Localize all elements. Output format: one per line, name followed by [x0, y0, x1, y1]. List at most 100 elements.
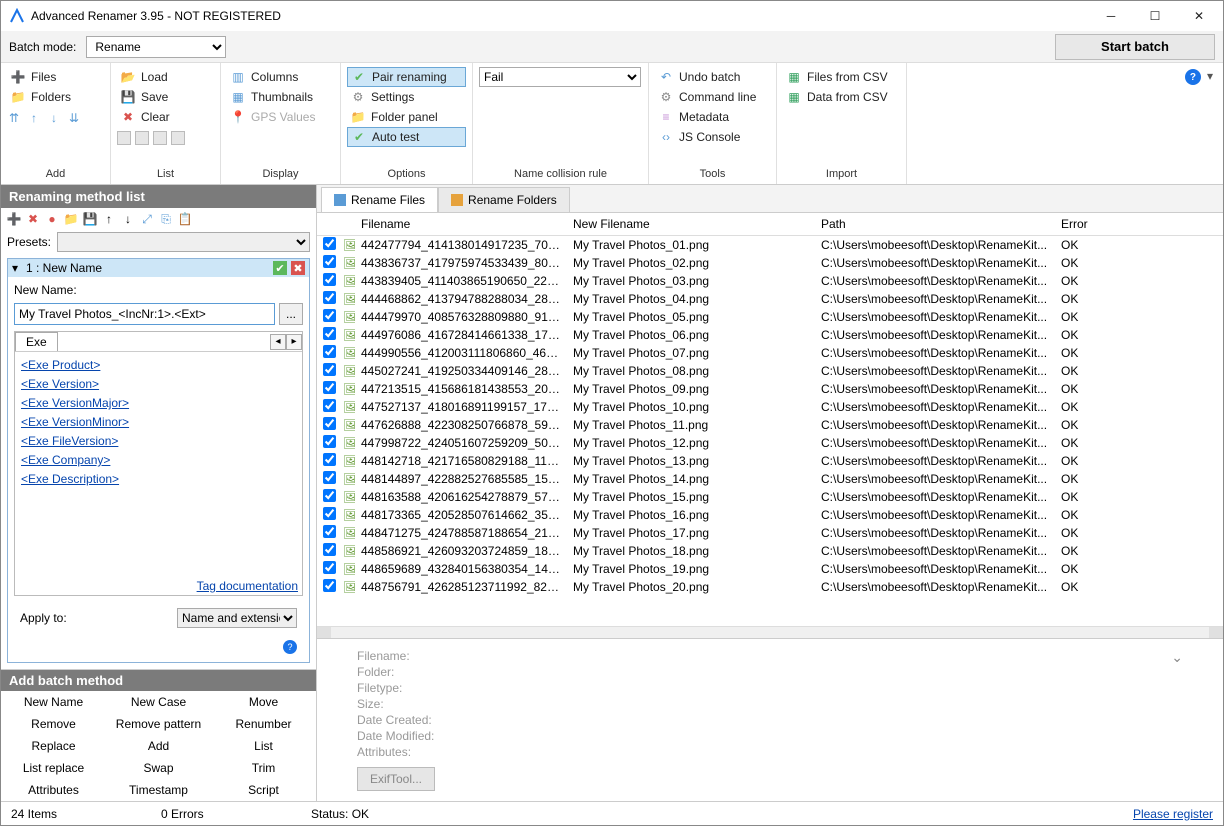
table-row[interactable]: 🖼443836737_417975974533439_8053835...My … [317, 254, 1223, 272]
col-filename[interactable]: Filename [355, 213, 567, 236]
row-checkbox[interactable] [323, 561, 336, 574]
save-icon[interactable]: 💾 [83, 212, 97, 226]
col-path[interactable]: Path [815, 213, 1055, 236]
col-error[interactable]: Error [1055, 213, 1223, 236]
maximize-button[interactable]: ☐ [1133, 2, 1177, 31]
row-checkbox[interactable] [323, 399, 336, 412]
add-method-list[interactable]: List [211, 735, 316, 757]
help-icon[interactable]: ? [1185, 69, 1201, 85]
close-button[interactable]: ✕ [1177, 2, 1221, 31]
add-method-new-case[interactable]: New Case [106, 691, 211, 713]
horizontal-scrollbar[interactable] [317, 626, 1223, 638]
table-row[interactable]: 🖼448142718_421716580829188_1163637...My … [317, 452, 1223, 470]
method-panel-header[interactable]: ▾ 1 : New Name ✔ ✖ [8, 259, 309, 277]
down-icon[interactable]: ↓ [121, 212, 135, 226]
row-checkbox[interactable] [323, 255, 336, 268]
table-row[interactable]: 🖼444976086_416728414661338_1796843...My … [317, 326, 1223, 344]
minimize-button[interactable]: ─ [1089, 2, 1133, 31]
add-files-button[interactable]: ➕Files [7, 67, 104, 87]
tag-link[interactable]: <Exe VersionMajor> [21, 394, 296, 413]
table-row[interactable]: 🖼448586921_426093203724859_1851601...My … [317, 542, 1223, 560]
metadata-button[interactable]: ≡Metadata [655, 107, 770, 127]
add-method-timestamp[interactable]: Timestamp [106, 779, 211, 801]
table-row[interactable]: 🖼448471275_424788587188654_2153053...My … [317, 524, 1223, 542]
row-checkbox[interactable] [323, 471, 336, 484]
sort-down-icon[interactable]: ⇊ [67, 111, 81, 125]
add-method-renumber[interactable]: Renumber [211, 713, 316, 735]
table-row[interactable]: 🖼444468862_413794788288034_2860360...My … [317, 290, 1223, 308]
add-method-remove[interactable]: Remove [1, 713, 106, 735]
table-row[interactable]: 🖼448659689_432840156380354_1484698...My … [317, 560, 1223, 578]
row-checkbox[interactable] [323, 291, 336, 304]
row-checkbox[interactable] [323, 309, 336, 322]
tag-link[interactable]: <Exe Company> [21, 451, 296, 470]
apply-to-select[interactable]: Name and extension [177, 608, 297, 628]
tag-link[interactable]: <Exe FileVersion> [21, 432, 296, 451]
save-button[interactable]: 💾Save [117, 87, 214, 107]
table-row[interactable]: 🖼447998722_424051607259209_5032786...My … [317, 434, 1223, 452]
sort-icon[interactable]: ⇈ [7, 111, 21, 125]
add-method-add[interactable]: Add [106, 735, 211, 757]
tag-link[interactable]: <Exe VersionMinor> [21, 413, 296, 432]
load-button[interactable]: 📂Load [117, 67, 214, 87]
gps-button[interactable]: 📍GPS Values [227, 107, 334, 127]
tag-tab-exe[interactable]: Exe [15, 332, 58, 351]
copy-icon[interactable]: ⎘ [159, 212, 173, 226]
row-checkbox[interactable] [323, 327, 336, 340]
row-checkbox[interactable] [323, 435, 336, 448]
add-method-icon[interactable]: ➕ [7, 212, 21, 226]
paste-icon[interactable]: 📋 [178, 212, 192, 226]
row-checkbox[interactable] [323, 579, 336, 592]
record-icon[interactable]: ● [45, 212, 59, 226]
table-row[interactable]: 🖼447213515_415686181438553_2071835...My … [317, 380, 1223, 398]
row-checkbox[interactable] [323, 363, 336, 376]
presets-select[interactable] [57, 232, 310, 252]
table-row[interactable]: 🖼447626888_422308250766878_5962250...My … [317, 416, 1223, 434]
row-checkbox[interactable] [323, 273, 336, 286]
pair-renaming-toggle[interactable]: ✔Pair renaming [347, 67, 466, 87]
undo-button[interactable]: ↶Undo batch [655, 67, 770, 87]
row-checkbox[interactable] [323, 345, 336, 358]
table-row[interactable]: 🖼443839405_411403865190650_2242416...My … [317, 272, 1223, 290]
thumbnails-button[interactable]: ▦Thumbnails [227, 87, 334, 107]
folder-icon[interactable]: 📁 [64, 212, 78, 226]
cmdline-button[interactable]: ⚙Command line [655, 87, 770, 107]
tag-link[interactable]: <Exe Version> [21, 375, 296, 394]
opt-icon[interactable] [171, 131, 185, 145]
add-method-move[interactable]: Move [211, 691, 316, 713]
table-row[interactable]: 🖼448144897_422882527685585_1559815...My … [317, 470, 1223, 488]
down-icon[interactable]: ↓ [47, 111, 61, 125]
collision-rule-select[interactable]: Fail [479, 67, 641, 87]
add-method-new-name[interactable]: New Name [1, 691, 106, 713]
add-method-swap[interactable]: Swap [106, 757, 211, 779]
add-method-list-replace[interactable]: List replace [1, 757, 106, 779]
batch-mode-select[interactable]: Rename [86, 36, 226, 58]
apply-icon[interactable]: ✔ [273, 261, 287, 275]
file-table-wrapper[interactable]: Filename New Filename Path Error 🖼442477… [317, 213, 1223, 626]
opt-icon[interactable] [117, 131, 131, 145]
row-checkbox[interactable] [323, 489, 336, 502]
tag-documentation-link[interactable]: Tag documentation [197, 579, 298, 593]
start-batch-button[interactable]: Start batch [1055, 34, 1215, 60]
row-checkbox[interactable] [323, 507, 336, 520]
row-checkbox[interactable] [323, 543, 336, 556]
add-method-trim[interactable]: Trim [211, 757, 316, 779]
table-row[interactable]: 🖼444990556_412003111806860_4633277...My … [317, 344, 1223, 362]
auto-test-toggle[interactable]: ✔Auto test [347, 127, 466, 147]
table-row[interactable]: 🖼445027241_419250334409146_2812210...My … [317, 362, 1223, 380]
add-method-remove-pattern[interactable]: Remove pattern [106, 713, 211, 735]
data-csv-button[interactable]: ▦Data from CSV [783, 87, 900, 107]
table-row[interactable]: 🖼444479970_408576328809880_9169047...My … [317, 308, 1223, 326]
remove-method-icon[interactable]: ✖ [26, 212, 40, 226]
tab-rename-files[interactable]: Rename Files [321, 187, 438, 212]
files-csv-button[interactable]: ▦Files from CSV [783, 67, 900, 87]
settings-button[interactable]: ⚙Settings [347, 87, 466, 107]
up-icon[interactable]: ↑ [102, 212, 116, 226]
tag-link[interactable]: <Exe Product> [21, 356, 296, 375]
tab-next-icon[interactable]: ▸ [286, 334, 302, 350]
add-method-script[interactable]: Script [211, 779, 316, 801]
table-row[interactable]: 🖼448173365_420528507614662_3509165...My … [317, 506, 1223, 524]
row-checkbox[interactable] [323, 525, 336, 538]
add-method-attributes[interactable]: Attributes [1, 779, 106, 801]
browse-button[interactable]: ... [279, 303, 303, 325]
